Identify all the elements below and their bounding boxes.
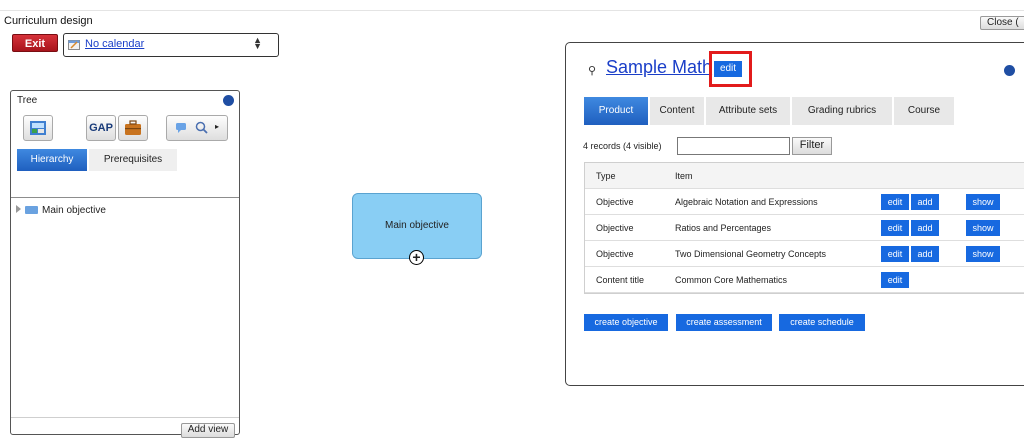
tab-grading-rubrics[interactable]: Grading rubrics (792, 97, 892, 125)
tab-attribute-sets[interactable]: Attribute sets (706, 97, 790, 125)
comment-icon (176, 123, 186, 133)
tree-node[interactable]: Main objective (16, 205, 106, 216)
filter-button[interactable]: Filter (792, 137, 832, 155)
tree-panel-title: Tree (17, 95, 38, 106)
row-item: Ratios and Percentages (675, 223, 772, 233)
records-table: Type Item Objective Algebraic Notation a… (584, 162, 1024, 294)
tab-content[interactable]: Content (650, 97, 704, 125)
briefcase-icon (125, 120, 141, 135)
row-add-button[interactable]: add (911, 194, 939, 210)
table-row: Content title Common Core Mathematics ed… (585, 267, 1024, 293)
row-type: Objective (596, 223, 634, 233)
zoom-icon (195, 121, 208, 134)
table-header-row: Type Item (585, 163, 1024, 189)
chart-icon (30, 121, 46, 135)
open-view-button[interactable] (23, 115, 53, 141)
tree-node-label: Main objective (42, 205, 106, 216)
detail-title[interactable]: Sample Math (606, 57, 712, 78)
row-add-button[interactable]: add (911, 246, 939, 262)
row-show-button[interactable]: show (966, 194, 1000, 210)
row-item: Algebraic Notation and Expressions (675, 197, 818, 207)
records-count: 4 records (4 visible) (583, 141, 662, 151)
row-edit-button[interactable]: edit (881, 246, 909, 262)
tab-product[interactable]: Product (584, 97, 648, 125)
exit-button[interactable]: Exit (12, 34, 58, 52)
row-edit-button[interactable]: edit (881, 272, 909, 288)
row-show-button[interactable]: show (966, 246, 1000, 262)
create-objective-button[interactable]: create objective (584, 314, 668, 331)
top-bar (0, 0, 1024, 30)
row-edit-button[interactable]: edit (881, 194, 909, 210)
expand-node-icon[interactable]: + (409, 250, 424, 265)
expand-arrow-icon[interactable] (16, 205, 21, 213)
search-icon[interactable]: ⚲ (588, 64, 596, 77)
calendar-icon (68, 40, 80, 50)
table-row: Objective Ratios and Percentages edit ad… (585, 215, 1024, 241)
highlight-box (709, 51, 752, 87)
view-tools-button[interactable]: ▸ (166, 115, 228, 141)
tree-panel: Tree GAP ▸ Hierarchy Prerequisites Main … (10, 90, 240, 438)
tab-prerequisites[interactable]: Prerequisites (89, 149, 177, 171)
table-row: Objective Algebraic Notation and Express… (585, 189, 1024, 215)
row-type: Objective (596, 249, 634, 259)
filter-input[interactable] (677, 137, 790, 155)
row-type: Content title (596, 275, 645, 285)
detail-panel: ⚲ Sample Math edit Product Content Attri… (565, 42, 1024, 386)
chevron-right-icon: ▸ (215, 122, 220, 131)
select-arrows-icon: ▲ ▼ (253, 35, 262, 51)
divider (11, 197, 239, 198)
table-row: Objective Two Dimensional Geometry Conce… (585, 241, 1024, 267)
row-add-button[interactable]: add (911, 220, 939, 236)
create-schedule-button[interactable]: create schedule (779, 314, 865, 331)
row-edit-button[interactable]: edit (881, 220, 909, 236)
column-header-type: Type (596, 171, 616, 181)
calendar-select-value: No calendar (85, 38, 145, 50)
folder-icon (25, 206, 38, 214)
tab-course[interactable]: Course (894, 97, 954, 125)
calendar-select[interactable]: No calendar ▲ ▼ (63, 33, 279, 57)
row-type: Objective (596, 197, 634, 207)
create-assessment-button[interactable]: create assessment (676, 314, 772, 331)
row-item: Two Dimensional Geometry Concepts (675, 249, 827, 259)
column-header-item: Item (675, 171, 693, 181)
close-button[interactable]: Close ( (980, 16, 1024, 30)
add-view-button[interactable]: Add view (181, 423, 235, 438)
tab-hierarchy[interactable]: Hierarchy (17, 149, 87, 171)
top-divider (0, 10, 1024, 11)
row-show-button[interactable]: show (966, 220, 1000, 236)
info-icon[interactable] (1004, 65, 1015, 76)
divider (11, 417, 239, 418)
info-icon[interactable] (223, 95, 234, 106)
gap-button[interactable]: GAP (86, 115, 116, 141)
briefcase-button[interactable] (118, 115, 148, 141)
app-title: Curriculum design (4, 15, 93, 27)
row-item: Common Core Mathematics (675, 275, 788, 285)
